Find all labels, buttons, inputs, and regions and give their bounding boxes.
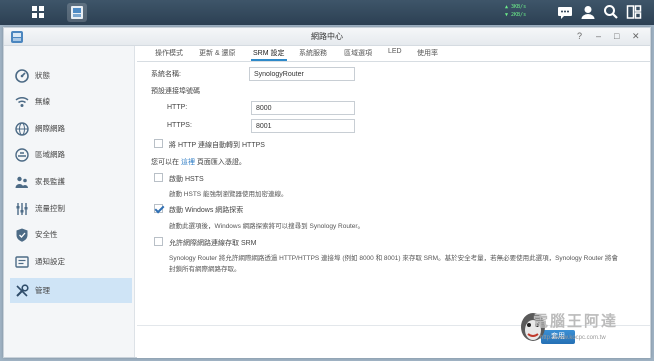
- system-name-input[interactable]: [249, 67, 355, 81]
- user-icon[interactable]: [579, 3, 597, 21]
- http-port-input[interactable]: [251, 101, 355, 115]
- tab-bar: 操作模式 更新 & 還原 SRM 設定 系統服務 區域選項 LED 使用率: [137, 46, 650, 62]
- close-button[interactable]: ✕: [632, 31, 640, 41]
- certificate-link[interactable]: 這裡: [181, 159, 195, 166]
- default-ports-label: 預設連接埠號碼: [151, 88, 200, 95]
- grid-icon[interactable]: [28, 3, 48, 22]
- windows-discovery-checkbox[interactable]: [154, 204, 163, 213]
- sidebar-item-security[interactable]: 安全性: [10, 222, 132, 247]
- watermark-url: http://www.kocpc.com.tw: [540, 335, 606, 341]
- internet-icon: [14, 121, 30, 137]
- sidebar-item-label: 通知設定: [35, 257, 65, 266]
- window-titlebar[interactable]: 網路中心 ? – □ ✕: [4, 28, 650, 46]
- maximize-button[interactable]: □: [614, 31, 619, 41]
- notification-icon: [14, 254, 30, 270]
- tab-update-restore[interactable]: 更新 & 還原: [197, 48, 238, 61]
- tab-srm-settings[interactable]: SRM 設定: [251, 48, 287, 61]
- sidebar-item-label: 家長監護: [35, 177, 65, 186]
- net-download: ▼ 2KB/s: [505, 12, 527, 18]
- net-upload: ▲ 3KB/s: [505, 4, 527, 10]
- sidebar-item-lan[interactable]: 區域網路: [10, 142, 132, 167]
- widgets-icon[interactable]: [625, 3, 643, 21]
- status-icon: [14, 68, 30, 84]
- chat-icon[interactable]: [556, 3, 574, 21]
- redirect-https-checkbox[interactable]: [154, 139, 163, 148]
- external-access-checkbox[interactable]: [154, 237, 163, 246]
- sidebar-item-label: 狀態: [35, 71, 50, 80]
- window-title: 網路中心: [311, 32, 343, 41]
- search-icon[interactable]: [602, 3, 620, 21]
- traffic-icon: [14, 201, 30, 217]
- https-label: HTTPS:: [167, 122, 192, 129]
- tab-utilization[interactable]: 使用率: [415, 48, 440, 61]
- sidebar-item-label: 安全性: [35, 230, 58, 239]
- sidebar-item-internet[interactable]: 網際網路: [10, 116, 132, 141]
- external-access-description-line-2: 封鎖所有網際網路存取。: [169, 266, 241, 273]
- srm-settings-panel: 系統名稱: 預設連接埠號碼 HTTP: HTTPS: 將 HTTP 連線自動轉到…: [137, 63, 650, 325]
- external-access-label: 允許網際網路連線存取 SRM: [169, 240, 257, 247]
- help-button[interactable]: ?: [577, 31, 582, 41]
- tab-operation-mode[interactable]: 操作模式: [153, 48, 185, 61]
- sidebar-item-label: 管理: [35, 286, 50, 295]
- tab-led[interactable]: LED: [386, 48, 404, 61]
- sidebar-item-wireless[interactable]: 無線: [10, 89, 132, 114]
- certificate-hint: 您可以在 這裡 頁面匯入憑證。: [151, 159, 246, 166]
- parental-icon: [14, 174, 30, 190]
- tab-regional[interactable]: 區域選項: [342, 48, 374, 61]
- lan-icon: [14, 147, 30, 163]
- wifi-icon: [14, 94, 30, 110]
- redirect-https-label: 將 HTTP 連線自動轉到 HTTPS: [169, 142, 265, 149]
- sidebar-item-parental[interactable]: 家長監護: [10, 169, 132, 194]
- taskbar: ▲ 3KB/s ▼ 2KB/s: [0, 0, 654, 25]
- sidebar-item-traffic[interactable]: 流量控制: [10, 196, 132, 221]
- sidebar-item-label: 區域網路: [35, 150, 65, 159]
- sidebar-item-label: 流量控制: [35, 204, 65, 213]
- sidebar-item-status[interactable]: 狀態: [10, 63, 132, 88]
- https-port-input[interactable]: [251, 119, 355, 133]
- sidebar-item-label: 網際網路: [35, 124, 65, 133]
- tab-services[interactable]: 系統服務: [297, 48, 329, 61]
- network-center-app-icon[interactable]: [67, 3, 87, 22]
- sidebar-item-label: 無線: [35, 97, 50, 106]
- http-label: HTTP:: [167, 104, 188, 111]
- external-access-description-line-1: Synology Router 將允許網際網路透過 HTTP/HTTPS 連接埠…: [169, 255, 618, 262]
- windows-discovery-description: 啟動此選項後，Windows 網路探索將可以搜尋到 Synology Route…: [169, 223, 365, 230]
- minimize-button[interactable]: –: [596, 31, 601, 41]
- hsts-checkbox[interactable]: [154, 173, 163, 182]
- network-speed: ▲ 3KB/s ▼ 2KB/s: [505, 3, 526, 19]
- windows-discovery-label: 啟動 Windows 網路探索: [169, 207, 244, 214]
- sidebar-item-notification[interactable]: 通知設定: [10, 249, 132, 274]
- tools-icon: [14, 283, 30, 299]
- sidebar: 狀態 無線 網際網路 區域網路 家長監護 流量控制 安全性 通知設定 管理: [4, 46, 135, 357]
- hsts-label: 啟動 HSTS: [169, 176, 204, 183]
- security-icon: [14, 227, 30, 243]
- watermark-text: 電腦王阿達: [533, 313, 619, 330]
- hsts-description: 啟動 HSTS 能強制瀏覽器使用加密連線。: [169, 191, 288, 198]
- sidebar-item-admin[interactable]: 管理: [10, 278, 132, 303]
- system-name-label: 系統名稱:: [151, 71, 181, 78]
